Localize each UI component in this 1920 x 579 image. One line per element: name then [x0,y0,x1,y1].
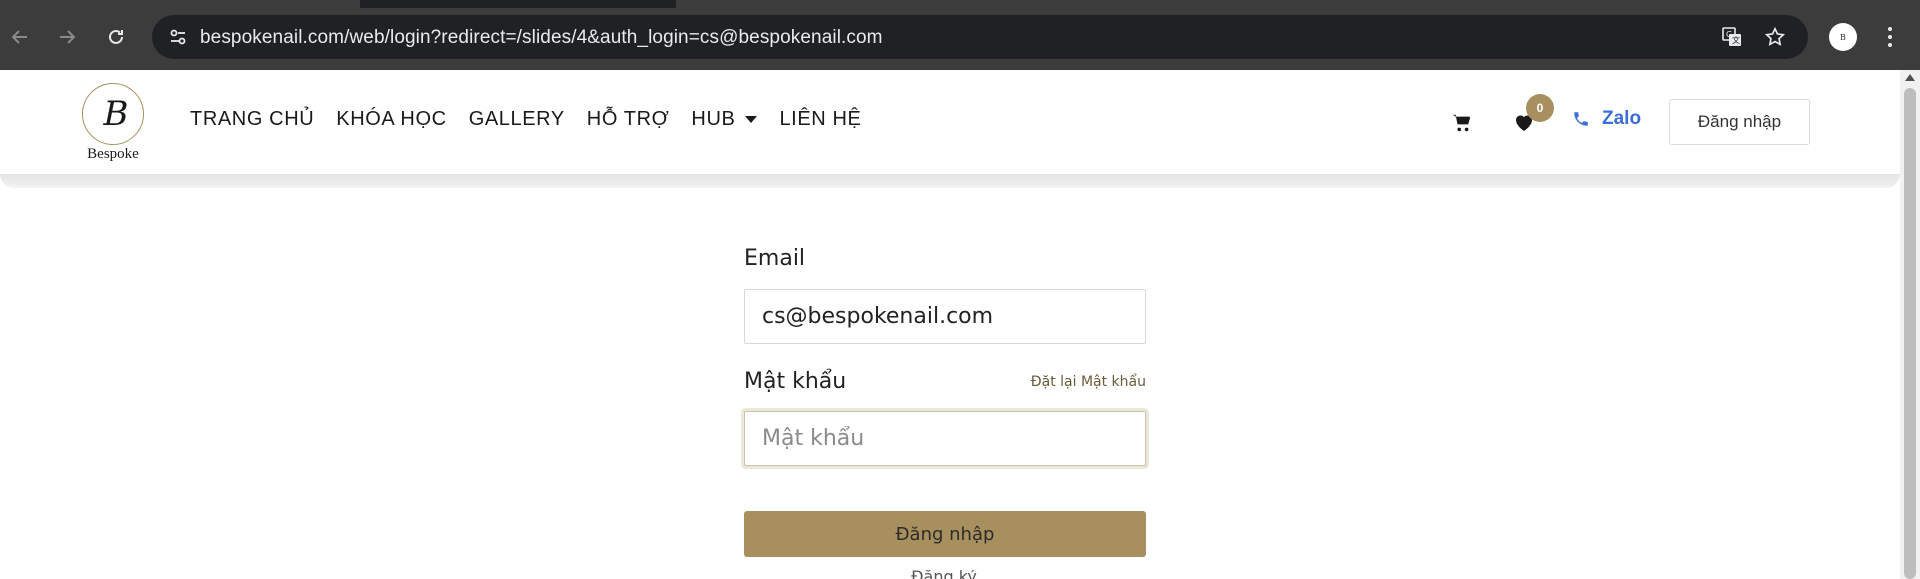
menu-item-contact[interactable]: LIÊN HỆ [779,108,861,131]
tune-icon [170,29,186,45]
browser-toolbar: bespokenail.com/web/login?redirect=/slid… [0,0,1920,70]
address-bar[interactable]: bespokenail.com/web/login?redirect=/slid… [152,15,1808,59]
translate-button[interactable]: G 文 [1718,23,1746,51]
logo-mark: B [103,94,129,134]
translate-icon: G 文 [1722,27,1741,46]
reset-password-link[interactable]: Đặt lại Mật khẩu [1026,374,1146,390]
password-field[interactable] [744,411,1146,466]
site-logo[interactable]: B [82,83,144,145]
menu-item-home[interactable]: TRANG CHỦ [190,108,314,131]
bookmark-button[interactable] [1761,23,1789,51]
cart-icon[interactable] [1451,112,1473,134]
menu-item-hub[interactable]: HUB [691,108,758,131]
arrow-left-icon [11,30,27,44]
chevron-down-icon [745,116,758,123]
page-content: B Bespoke TRANG CHỦ KHÓA HỌC GALLERY HỖ … [0,70,1900,579]
profile-avatar-text: B [1840,32,1846,42]
zalo-label: Zalo [1602,108,1642,129]
scroll-thumb[interactable] [1904,88,1916,579]
logo-text[interactable]: Bespoke [78,146,148,163]
url-text[interactable]: bespokenail.com/web/login?redirect=/slid… [200,27,883,49]
menu-item-courses[interactable]: KHÓA HỌC [336,108,446,131]
phone-icon [1574,112,1588,126]
back-button[interactable] [3,20,37,54]
site-info-button[interactable] [162,21,194,53]
reload-icon [109,29,123,44]
header-login-button[interactable]: Đăng nhập [1669,99,1810,145]
tab-strip [0,0,1920,8]
password-label: Mật khẩu [744,369,847,394]
page-scrollbar[interactable] [1900,70,1920,579]
email-label: Email [744,246,806,271]
wishlist-count-badge: 0 [1526,94,1554,122]
menu-item-hub-label: HUB [691,108,736,130]
signup-link[interactable]: Đăng ký [894,570,994,579]
tab-active-edge[interactable] [0,0,360,8]
header-divider [0,174,1900,188]
kebab-menu-icon[interactable] [1880,22,1900,52]
main-menu: TRANG CHỦ KHÓA HỌC GALLERY HỖ TRỢ HUB LI… [190,108,883,131]
arrow-right-icon [60,30,76,44]
svg-text:文: 文 [1732,35,1740,45]
star-icon [1764,26,1786,46]
menu-item-support[interactable]: HỖ TRỢ [587,108,670,131]
email-field[interactable] [744,289,1146,344]
profile-avatar[interactable]: B [1829,23,1857,51]
forward-button[interactable] [50,20,84,54]
scroll-up-arrow-icon[interactable] [1905,74,1915,81]
reload-button[interactable] [99,20,133,54]
login-submit-button[interactable]: Đăng nhập [744,511,1146,557]
tab-inactive-edge[interactable] [676,0,1920,8]
site-header: B Bespoke TRANG CHỦ KHÓA HỌC GALLERY HỖ … [0,70,1900,174]
menu-item-gallery[interactable]: GALLERY [469,108,565,131]
zalo-link[interactable]: Zalo [1572,108,1641,130]
